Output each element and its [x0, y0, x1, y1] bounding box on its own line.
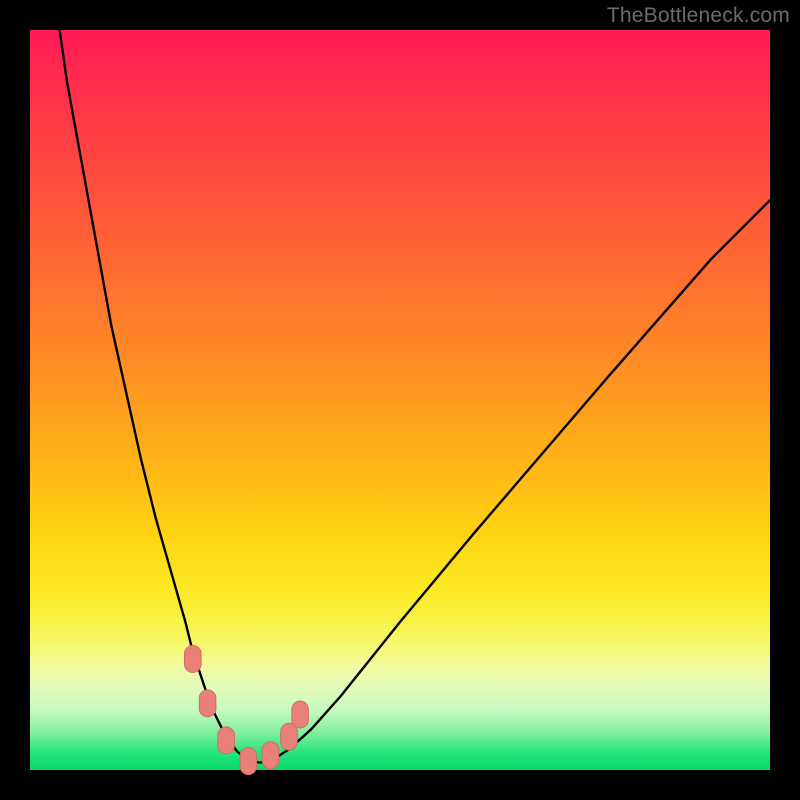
- plot-area: [30, 30, 770, 770]
- marker-point: [292, 701, 309, 728]
- plot-svg: [30, 30, 770, 770]
- marker-point: [185, 646, 202, 673]
- marker-point: [199, 690, 216, 717]
- marker-point: [262, 742, 279, 769]
- marker-point: [240, 748, 257, 775]
- highlight-markers: [185, 646, 309, 775]
- marker-point: [218, 727, 235, 754]
- bottleneck-curve: [60, 30, 770, 763]
- marker-point: [281, 723, 298, 750]
- chart-stage: TheBottleneck.com: [0, 0, 800, 800]
- watermark-text: TheBottleneck.com: [607, 4, 790, 28]
